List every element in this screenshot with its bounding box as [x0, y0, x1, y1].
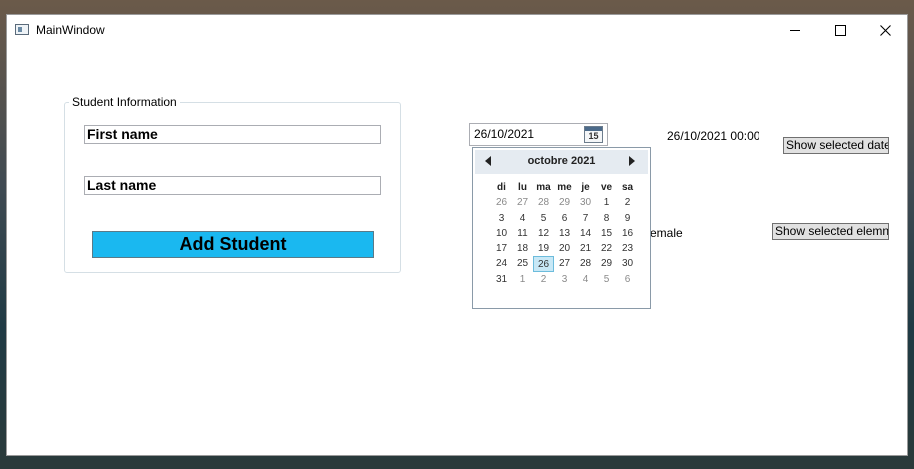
calendar-day[interactable]: 25: [512, 256, 533, 271]
window-title: MainWindow: [36, 23, 105, 37]
calendar-day[interactable]: 14: [575, 226, 596, 241]
date-picker[interactable]: 26/10/2021 15: [469, 123, 608, 146]
calendar-day[interactable]: 4: [575, 272, 596, 287]
calendar-day[interactable]: 20: [554, 241, 575, 256]
calendar-day[interactable]: 19: [533, 241, 554, 256]
calendar-dow-label: di: [497, 182, 506, 193]
calendar-day[interactable]: 17: [491, 241, 512, 256]
title-bar: MainWindow: [7, 15, 907, 46]
calendar-day[interactable]: 12: [533, 226, 554, 241]
calendar-day[interactable]: 28: [533, 195, 554, 210]
calendar-day[interactable]: 2: [533, 272, 554, 287]
date-picker-value[interactable]: 26/10/2021: [474, 127, 534, 141]
calendar-day[interactable]: 27: [554, 256, 575, 271]
calendar-dow-label: lu: [518, 182, 527, 193]
calendar-day[interactable]: 3: [554, 272, 575, 287]
calendar-day[interactable]: 26: [491, 195, 512, 210]
calendar-popup: octobre 2021 di lu ma me je ve sa 26 27 28 29 30 1 2 3…: [472, 147, 651, 309]
calendar-day[interactable]: 6: [617, 272, 638, 287]
calendar-dow-label: je: [581, 182, 590, 193]
calendar-week-row: 26 27 28 29 30 1 2: [491, 195, 638, 210]
maximize-icon: [834, 25, 846, 36]
close-icon: [879, 25, 891, 36]
calendar-day[interactable]: 31: [491, 272, 512, 287]
calendar-week-row: 24 25 26 27 28 29 30: [491, 256, 638, 272]
calendar-day[interactable]: 15: [596, 226, 617, 241]
calendar-day[interactable]: 22: [596, 241, 617, 256]
maximize-button[interactable]: [817, 15, 863, 46]
calendar-dow-row: di lu ma me je ve sa: [491, 180, 638, 195]
calendar-week-row: 3456789: [491, 211, 638, 226]
calendar-day[interactable]: 2: [617, 195, 638, 210]
calendar-day[interactable]: 30: [575, 195, 596, 210]
minimize-icon: [790, 30, 800, 31]
calendar-day[interactable]: 16: [617, 226, 638, 241]
calendar-dow-label: me: [557, 182, 572, 193]
close-button[interactable]: [862, 15, 908, 46]
calendar-day[interactable]: 26: [533, 256, 554, 272]
calendar-day[interactable]: 24: [491, 256, 512, 271]
calendar-icon-number: 15: [588, 131, 599, 141]
calendar-header: octobre 2021: [475, 150, 648, 174]
next-month-icon[interactable]: [629, 156, 635, 166]
calendar-week-row: 17 18 19 20 21 22 23: [491, 241, 638, 256]
selected-date-display: 26/10/2021 00:00: [667, 129, 759, 143]
main-window: MainWindow Student Information First nam…: [6, 14, 908, 456]
minimize-button[interactable]: [772, 15, 818, 46]
calendar-week-row: 31 1 2 3 4 5 6: [491, 272, 638, 287]
calendar-day[interactable]: 18: [512, 241, 533, 256]
gender-label: emale: [650, 226, 683, 240]
calendar-day[interactable]: 3: [491, 211, 512, 226]
calendar-dow-label: ma: [536, 182, 551, 193]
calendar-day[interactable]: 8: [596, 211, 617, 226]
show-selected-date-button[interactable]: Show selected date: [783, 137, 889, 154]
calendar-day[interactable]: 23: [617, 241, 638, 256]
calendar-day[interactable]: 1: [512, 272, 533, 287]
calendar-icon[interactable]: 15: [584, 126, 603, 143]
calendar-day[interactable]: 29: [554, 195, 575, 210]
calendar-week-row: 10 11 12 13 14 15 16: [491, 226, 638, 241]
calendar-month-label[interactable]: octobre 2021: [475, 155, 648, 167]
calendar-day[interactable]: 4: [512, 211, 533, 226]
groupbox-legend: Student Information: [69, 95, 180, 109]
calendar-day[interactable]: 5: [533, 211, 554, 226]
app-icon: [15, 24, 29, 35]
calendar-grid: di lu ma me je ve sa 26 27 28 29 30 1 2 3 4 5 6 7 8 9 10 11 12 1…: [491, 180, 638, 287]
calendar-day[interactable]: 29: [596, 256, 617, 271]
calendar-day[interactable]: 9: [617, 211, 638, 226]
calendar-day[interactable]: 11: [512, 226, 533, 241]
calendar-day[interactable]: 1: [596, 195, 617, 210]
calendar-day[interactable]: 30: [617, 256, 638, 271]
calendar-dow-label: sa: [621, 182, 634, 193]
calendar-day[interactable]: 27: [512, 195, 533, 210]
calendar-day[interactable]: 10: [491, 226, 512, 241]
show-selected-element-button[interactable]: Show selected elemnt: [772, 223, 889, 240]
first-name-field[interactable]: First name: [84, 125, 381, 144]
calendar-day[interactable]: 5: [596, 272, 617, 287]
calendar-day[interactable]: 6: [554, 211, 575, 226]
calendar-dow-label: ve: [600, 182, 613, 193]
calendar-day[interactable]: 21: [575, 241, 596, 256]
calendar-day[interactable]: 7: [575, 211, 596, 226]
calendar-day[interactable]: 13: [554, 226, 575, 241]
add-student-button[interactable]: Add Student: [92, 231, 374, 258]
calendar-day[interactable]: 28: [575, 256, 596, 271]
last-name-field[interactable]: Last name: [84, 176, 381, 195]
